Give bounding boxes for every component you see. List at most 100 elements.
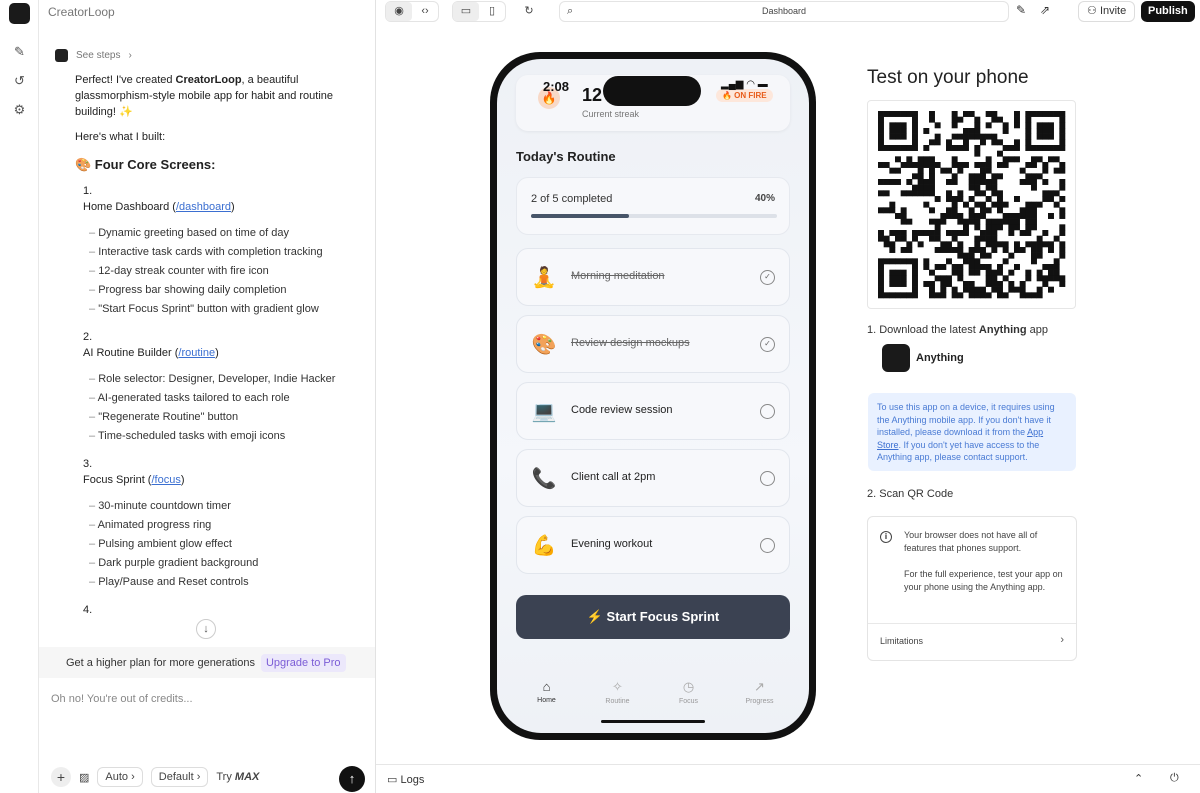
qr-code [867, 100, 1076, 309]
chevron-up-icon[interactable]: ⌃ [1134, 772, 1143, 785]
empty-circle-icon[interactable] [760, 404, 775, 419]
add-icon[interactable]: + [51, 767, 71, 787]
project-title: CreatorLoop [48, 5, 115, 19]
max-label: MAX [234, 771, 260, 783]
tab-bar: ⌂ Home ✧ Routine ◷ Focus ↗ Progress [497, 679, 809, 705]
send-button[interactable]: ↑ [339, 766, 365, 792]
model-auto-select[interactable]: Auto › [97, 767, 143, 787]
publish-button[interactable]: Publish [1141, 1, 1195, 22]
composer-input[interactable]: Oh no! You're out of credits... [51, 693, 193, 705]
bullet-item: Role selector: Designer, Developer, Indi… [89, 371, 360, 387]
section-name: Focus Sprint [83, 474, 145, 486]
section-route-link[interactable]: /dashboard [176, 201, 231, 213]
external-link-icon[interactable]: ⇗ [1040, 3, 1050, 17]
status-time: 2:08 [543, 79, 570, 94]
progress-tab-icon: ↗ [754, 679, 765, 694]
task-card[interactable]: 💻 Code review session [516, 382, 790, 440]
home-indicator [601, 720, 705, 723]
start-focus-sprint-button[interactable]: ⚡ Start Focus Sprint [516, 595, 790, 639]
url-bar[interactable]: ⌕ Dashboard [559, 1, 1009, 22]
section-number: 1. [83, 185, 93, 197]
bullet-item: Interactive task cards with completion t… [89, 244, 360, 260]
model-default-select[interactable]: Default › [150, 767, 209, 787]
core-screens-heading: 🎨 Four Core Screens: [75, 157, 216, 172]
section-route-link[interactable]: /routine [178, 347, 215, 359]
invite-label: Invite [1099, 5, 1127, 17]
desktop-icon[interactable]: ▭ [453, 2, 479, 21]
default-label: Default [158, 771, 194, 783]
chat-panel: CreatorLoop See steps › Perfect! I've cr… [39, 0, 376, 793]
task-name: Morning meditation [571, 270, 665, 282]
step1-after: app [1026, 324, 1048, 336]
people-icon: ⚇ [1087, 5, 1097, 17]
empty-circle-icon[interactable] [760, 538, 775, 553]
mobile-icon[interactable]: ▯ [479, 2, 505, 21]
try-label: Try [216, 771, 232, 783]
image-icon[interactable]: ▨ [79, 771, 89, 784]
task-card[interactable]: 📞 Client call at 2pm [516, 449, 790, 507]
preview-toolbar: ◉ ‹› ▭ ▯ ↻ ⌕ Dashboard ✎ ⇗ ⚇ Invite Publ… [376, 0, 1200, 24]
tab-focus[interactable]: ◷ Focus [659, 679, 719, 705]
bullet-item: 12-day streak counter with fire icon [89, 263, 360, 279]
tab-progress[interactable]: ↗ Progress [730, 679, 790, 705]
anything-app-icon[interactable] [882, 344, 910, 372]
eye-icon[interactable]: ◉ [386, 2, 412, 21]
edit-icon[interactable]: ✎ [12, 44, 27, 59]
divider [868, 623, 1076, 624]
tab-label: Routine [605, 698, 630, 705]
tab-label: Home [537, 697, 556, 704]
routine-tab-icon: ✧ [612, 679, 623, 694]
scroll-down-button[interactable]: ↓ [196, 619, 216, 639]
section-heading: AI Routine Builder (/routine) [83, 345, 360, 361]
chevron-right-icon[interactable]: › [1060, 634, 1064, 646]
test-panel-title: Test on your phone [867, 67, 1029, 88]
intro-text: Perfect! I've created CreatorLoop, a bea… [75, 72, 360, 120]
limitations-link[interactable]: Limitations [880, 636, 923, 646]
settings-icon[interactable]: ⚙ [12, 102, 27, 117]
section-heading: Home Dashboard (/dashboard) [83, 199, 360, 215]
try-max[interactable]: Try MAX [216, 771, 259, 783]
bullet-item: Pulsing ambient glow effect [89, 536, 360, 552]
app-name[interactable]: Anything [916, 352, 964, 364]
upgrade-link[interactable]: Upgrade to Pro [260, 653, 346, 672]
bullet-item: Time-scheduled tasks with emoji icons [89, 428, 360, 444]
preview-scrollbar[interactable] [1191, 24, 1200, 764]
tab-routine[interactable]: ✧ Routine [588, 679, 648, 705]
tab-label: Focus [678, 698, 699, 705]
streak-badge: 🔥 ON FIRE [716, 89, 773, 102]
app-logo[interactable] [9, 3, 30, 24]
empty-circle-icon[interactable] [760, 471, 775, 486]
section-bullets: 30-minute countdown timer Animated progre… [89, 498, 360, 590]
step1-before: 1. Download the latest [867, 324, 979, 336]
task-emoji-icon: 📞 [531, 468, 557, 490]
see-steps[interactable]: See steps › [55, 49, 132, 62]
tab-home[interactable]: ⌂ Home [517, 679, 577, 705]
section-number: 3. [83, 458, 93, 470]
code-icon[interactable]: ‹› [412, 2, 438, 21]
bullet-item: Progress bar showing daily completion [89, 282, 360, 298]
progress-fill [531, 214, 630, 218]
checked-circle-icon[interactable]: ✓ [760, 337, 775, 352]
invite-button[interactable]: ⚇ Invite [1078, 1, 1136, 22]
section-bullets: Dynamic greeting based on time of day Int… [89, 225, 360, 317]
progress-text: 2 of 5 completed [531, 193, 613, 205]
limitations-text-1: Your browser does not have all of featur… [904, 530, 1038, 553]
bullet-item: Dark purple gradient background [89, 555, 360, 571]
task-card[interactable]: 🧘 Morning meditation ✓ [516, 248, 790, 306]
logs-button[interactable]: ▭ Logs [387, 773, 424, 786]
bullet-item: Dynamic greeting based on time of day [89, 225, 360, 241]
section-route-link[interactable]: /focus [151, 474, 180, 486]
checked-circle-icon[interactable]: ✓ [760, 270, 775, 285]
task-name: Code review session [571, 404, 673, 416]
pencil-icon[interactable]: ✎ [1016, 3, 1026, 17]
bottom-bar: ▭ Logs ⌃ ⏻ [376, 764, 1200, 793]
task-card[interactable]: 🎨 Review design mockups ✓ [516, 315, 790, 373]
history-icon[interactable]: ↺ [12, 73, 27, 88]
notice-after: . If you don't yet have access to the An… [877, 439, 1040, 463]
see-steps-label: See steps [76, 50, 121, 61]
chevron-right-icon: › [128, 50, 132, 61]
power-icon[interactable]: ⏻ [1170, 772, 1179, 785]
refresh-icon[interactable]: ↻ [516, 2, 542, 21]
task-card[interactable]: 💪 Evening workout [516, 516, 790, 574]
info-icon: i [880, 531, 892, 543]
